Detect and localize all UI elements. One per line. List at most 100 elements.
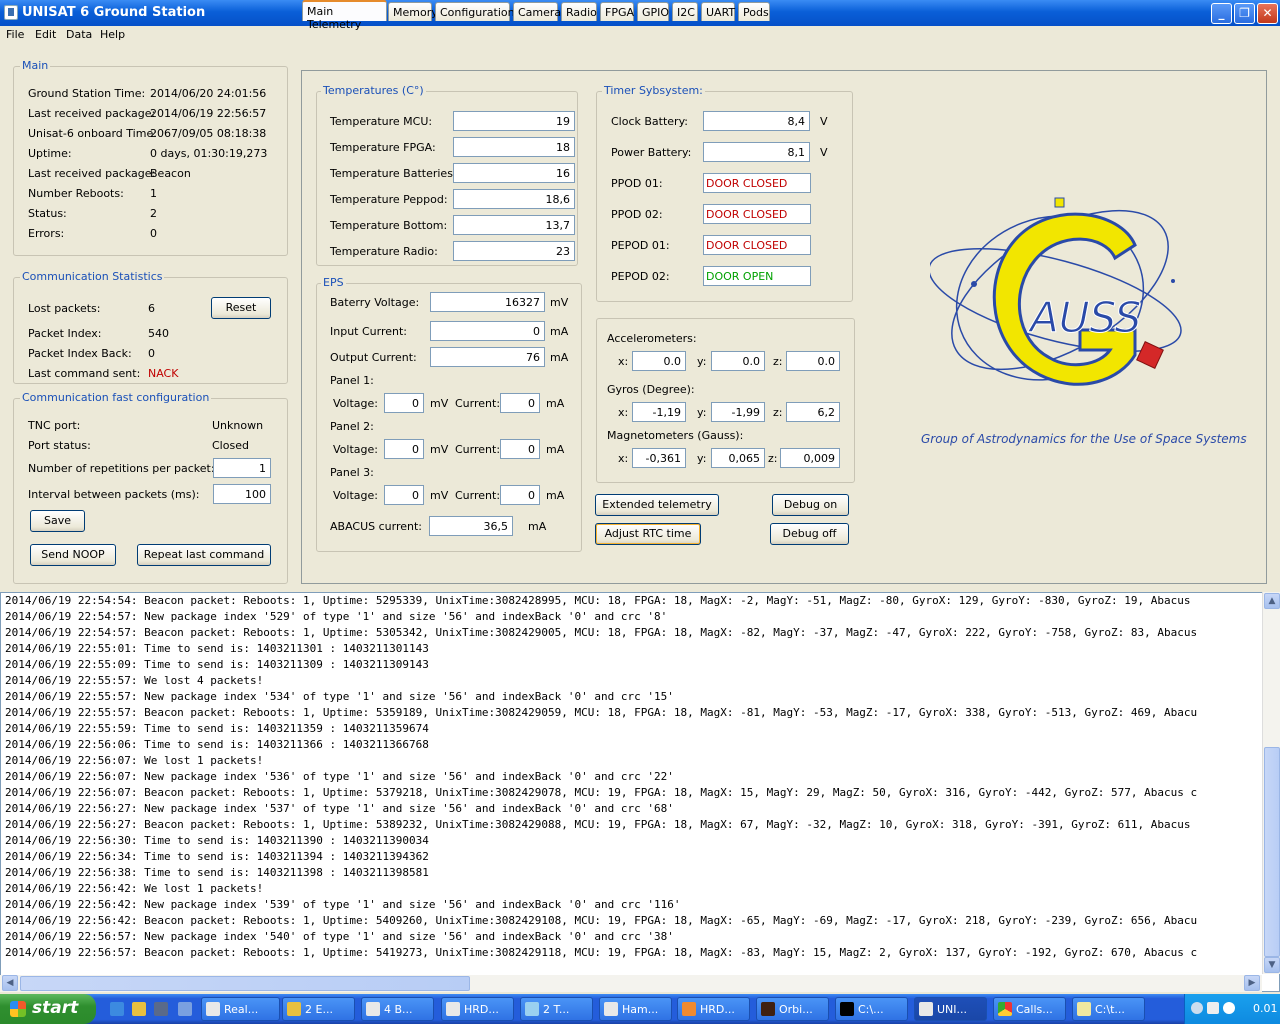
tab-main-telemetry[interactable]: Main Telemetry bbox=[302, 0, 387, 31]
menu-bar: File Edit Data Help bbox=[0, 26, 1280, 44]
clock-battery-field[interactable]: 8,4 bbox=[703, 111, 810, 131]
debug-off-button[interactable]: Debug off bbox=[770, 523, 849, 545]
java-icon bbox=[919, 1002, 933, 1016]
acc-y-field[interactable]: 0.0 bbox=[711, 351, 765, 371]
panel3-voltage-field[interactable]: 0 bbox=[384, 485, 424, 505]
input-current-field[interactable]: 0 bbox=[430, 321, 545, 341]
tab-pods[interactable]: Pods bbox=[738, 2, 770, 21]
panel2-voltage-field[interactable]: 0 bbox=[384, 439, 424, 459]
mag-x-field[interactable]: -0,361 bbox=[632, 448, 686, 468]
comm-stats-title: Communication Statistics bbox=[20, 270, 165, 283]
tray-clock[interactable]: 0.01 bbox=[1253, 1002, 1278, 1015]
taskbar-item-calls[interactable]: Calls... bbox=[993, 997, 1066, 1021]
temp-fpga-field[interactable]: 18 bbox=[453, 137, 575, 157]
menu-data[interactable]: Data bbox=[66, 28, 92, 41]
interval-input[interactable]: 100 bbox=[213, 484, 271, 504]
tab-fpga[interactable]: FPGA bbox=[600, 2, 634, 21]
adjust-rtc-time-button[interactable]: Adjust RTC time bbox=[595, 523, 701, 545]
temp-mcu-field[interactable]: 19 bbox=[453, 111, 575, 131]
tab-memory[interactable]: Memory bbox=[388, 2, 438, 21]
quicklaunch-folder-icon[interactable] bbox=[132, 1002, 146, 1016]
scroll-down-button[interactable]: ▼ bbox=[1264, 957, 1280, 973]
gyro-y-field[interactable]: -1,99 bbox=[711, 402, 765, 422]
reset-button[interactable]: Reset bbox=[211, 297, 271, 319]
menu-edit[interactable]: Edit bbox=[35, 28, 56, 41]
tab-configuration[interactable]: Configuration bbox=[435, 2, 515, 21]
gauss-logo: AUSS bbox=[930, 197, 1182, 386]
ground-time-value: 2014/06/20 24:01:56 bbox=[150, 87, 267, 100]
taskbar-item-t[interactable]: 2 T... bbox=[520, 997, 593, 1021]
temp-fpga-label: Temperature FPGA: bbox=[330, 141, 436, 154]
scroll-right-button[interactable]: ▶ bbox=[1244, 975, 1260, 991]
panel1-current-field[interactable]: 0 bbox=[500, 393, 540, 413]
log-line: 2014/06/19 22:55:09: Time to send is: 14… bbox=[5, 658, 429, 671]
temp-radio-field[interactable]: 23 bbox=[453, 241, 575, 261]
panel1-voltage-field[interactable]: 0 bbox=[384, 393, 424, 413]
panel3-current-field[interactable]: 0 bbox=[500, 485, 540, 505]
repetitions-input[interactable]: 1 bbox=[213, 458, 271, 478]
quicklaunch-ie-icon[interactable] bbox=[110, 1002, 124, 1016]
taskbar-item-ham[interactable]: Ham... bbox=[599, 997, 672, 1021]
menu-file[interactable]: File bbox=[6, 28, 24, 41]
tab-gpio[interactable]: GPIO bbox=[637, 2, 669, 21]
output-current-field[interactable]: 76 bbox=[430, 347, 545, 367]
tab-radio[interactable]: Radio bbox=[561, 2, 597, 21]
vertical-scroll-thumb[interactable] bbox=[1264, 747, 1280, 957]
pepod02-label: PEPOD 02: bbox=[611, 270, 670, 283]
save-button[interactable]: Save bbox=[30, 510, 85, 532]
close-button[interactable]: ✕ bbox=[1257, 3, 1278, 24]
tray-sync-icon[interactable] bbox=[1223, 1002, 1235, 1014]
tab-camera[interactable]: Camera bbox=[513, 2, 561, 21]
scroll-up-button[interactable]: ▲ bbox=[1264, 593, 1280, 609]
menu-help[interactable]: Help bbox=[100, 28, 125, 41]
minimize-button[interactable]: _ bbox=[1211, 3, 1232, 24]
maximize-button[interactable]: ❐ bbox=[1234, 3, 1255, 24]
temp-bottom-field[interactable]: 13,7 bbox=[453, 215, 575, 235]
errors-value: 0 bbox=[150, 227, 157, 240]
scroll-left-button[interactable]: ◀ bbox=[2, 975, 18, 991]
battery-voltage-field[interactable]: 16327 bbox=[430, 292, 545, 312]
tab-uart[interactable]: UART bbox=[701, 2, 735, 21]
log-line: 2014/06/19 22:56:38: Time to send is: 14… bbox=[5, 866, 429, 879]
temp-peppod-label: Temperature Peppod: bbox=[330, 193, 448, 206]
taskbar-item-b[interactable]: 4 B... bbox=[361, 997, 434, 1021]
onboard-time-value: 2067/09/05 08:18:38 bbox=[150, 127, 267, 140]
horizontal-scroll-thumb[interactable] bbox=[20, 976, 470, 991]
tab-i2c[interactable]: I2C bbox=[672, 2, 698, 21]
panel2-current-field[interactable]: 0 bbox=[500, 439, 540, 459]
acc-z-field[interactable]: 0.0 bbox=[786, 351, 840, 371]
debug-on-button[interactable]: Debug on bbox=[772, 494, 849, 516]
repeat-last-command-button[interactable]: Repeat last command bbox=[137, 544, 271, 566]
app-icon bbox=[761, 1002, 775, 1016]
tray-network-icon[interactable] bbox=[1191, 1002, 1203, 1014]
power-battery-field[interactable]: 8,1 bbox=[703, 142, 810, 162]
taskbar-item-hrd1[interactable]: HRD... bbox=[441, 997, 514, 1021]
mag-y-field[interactable]: 0,065 bbox=[711, 448, 765, 468]
taskbar-item-orbitron[interactable]: Orbi... bbox=[756, 997, 829, 1021]
taskbar-item-unisat[interactable]: UNI... bbox=[914, 997, 987, 1021]
last-received-value: 2014/06/19 22:56:57 bbox=[150, 107, 267, 120]
taskbar-item-explorer[interactable]: 2 E... bbox=[282, 997, 355, 1021]
temp-peppod-field[interactable]: 18,6 bbox=[453, 189, 575, 209]
taskbar-item-notepad[interactable]: C:\t... bbox=[1072, 997, 1145, 1021]
tray-display-icon[interactable] bbox=[1207, 1002, 1219, 1014]
abacus-current-field[interactable]: 36,5 bbox=[429, 516, 513, 536]
gyro-z-field[interactable]: 6,2 bbox=[786, 402, 840, 422]
quicklaunch-desktop-icon[interactable] bbox=[178, 1002, 192, 1016]
mag-z-field[interactable]: 0,009 bbox=[780, 448, 840, 468]
log-console[interactable]: 2014/06/19 22:54:54: Beacon packet: Rebo… bbox=[0, 592, 1280, 992]
taskbar-item-real[interactable]: Real... bbox=[201, 997, 280, 1021]
log-vertical-scrollbar[interactable]: ▲ ▼ bbox=[1262, 592, 1280, 974]
acc-x-field[interactable]: 0.0 bbox=[632, 351, 686, 371]
start-button[interactable]: start bbox=[0, 994, 96, 1024]
send-noop-button[interactable]: Send NOOP bbox=[30, 544, 116, 566]
log-horizontal-scrollbar[interactable]: ◀ ▶ bbox=[0, 975, 1262, 992]
gyro-x-field[interactable]: -1,19 bbox=[632, 402, 686, 422]
taskbar-item-hrd2[interactable]: HRD... bbox=[677, 997, 750, 1021]
extended-telemetry-button[interactable]: Extended telemetry bbox=[595, 494, 719, 516]
temp-batteries-field[interactable]: 16 bbox=[453, 163, 575, 183]
input-current-unit: mA bbox=[550, 325, 569, 338]
log-line: 2014/06/19 22:56:27: Beacon packet: Rebo… bbox=[5, 818, 1191, 831]
quicklaunch-media-icon[interactable] bbox=[154, 1002, 168, 1016]
taskbar-item-cmd1[interactable]: C:\... bbox=[835, 997, 908, 1021]
